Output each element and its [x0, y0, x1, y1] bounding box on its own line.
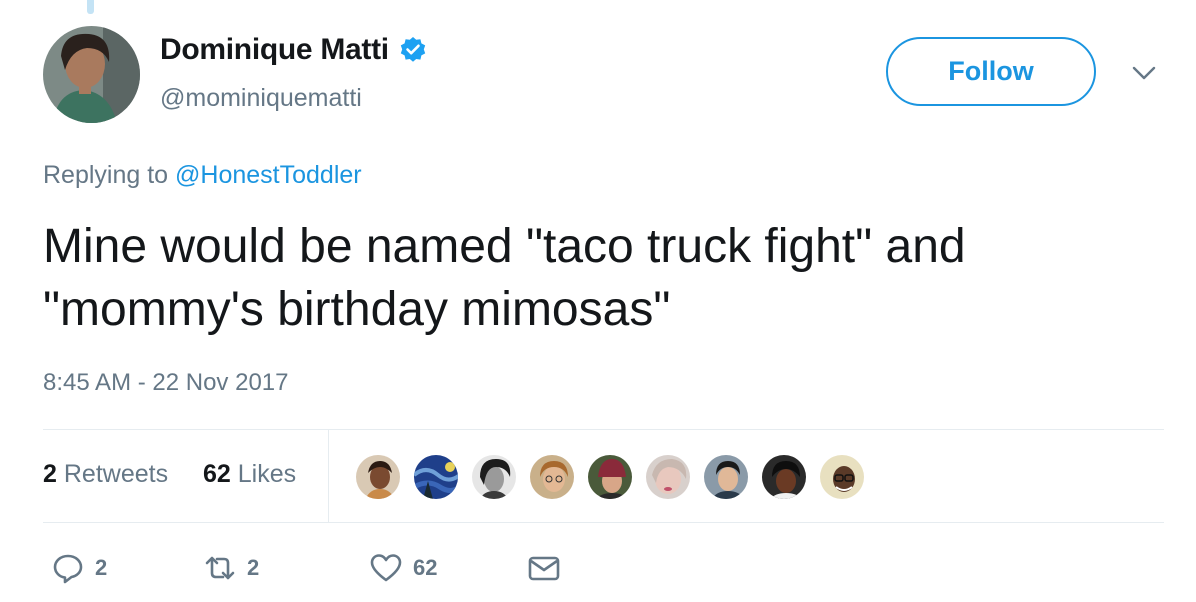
tweet-stats: 2 Retweets 62 Likes [43, 430, 1164, 522]
reply-context: Replying to @HonestToddler [43, 161, 362, 190]
reply-button[interactable]: 2 [51, 545, 107, 590]
reply-count: 2 [95, 554, 108, 580]
author-display-name[interactable]: Dominique Matti [160, 33, 389, 67]
tweet-text-line: "mommy's birthday mimosas" [43, 283, 671, 336]
tweet-actions: 2 2 62 [43, 545, 643, 590]
likes-stat[interactable]: 62 Likes [203, 460, 296, 489]
heart-icon [370, 553, 402, 581]
replying-to-label: Replying to [43, 161, 169, 189]
liker-avatar[interactable] [586, 453, 634, 501]
liker-avatar[interactable] [644, 453, 692, 501]
direct-message-button[interactable] [527, 545, 561, 590]
liker-avatar[interactable] [818, 453, 866, 501]
retweet-button[interactable]: 2 [203, 545, 259, 590]
follow-button[interactable]: Follow [886, 37, 1096, 106]
liker-avatar[interactable] [760, 453, 808, 501]
likes-count: 62 [203, 460, 231, 488]
retweets-stat[interactable]: 2 Retweets [43, 460, 168, 489]
liker-avatar[interactable] [412, 453, 460, 501]
retweets-count: 2 [43, 460, 57, 488]
like-count: 62 [413, 554, 438, 580]
author-handle[interactable]: @mominiquematti [160, 84, 362, 113]
retweets-label: Retweets [63, 460, 169, 488]
stats-divider [328, 430, 329, 522]
liker-avatar[interactable] [702, 453, 750, 501]
divider [43, 522, 1164, 523]
tweet-text-line: Mine would be named "taco truck fight" a… [43, 220, 966, 273]
reply-icon [53, 554, 83, 583]
reply-mention-link[interactable]: @HonestToddler [175, 161, 362, 189]
liker-avatar[interactable] [528, 453, 576, 501]
likes-label: Likes [237, 460, 297, 488]
envelope-icon [528, 556, 560, 580]
liker-avatar[interactable] [470, 453, 518, 501]
tweet-timestamp[interactable]: 8:45 AM - 22 Nov 2017 [43, 369, 288, 397]
retweet-icon [205, 556, 235, 579]
author-avatar[interactable] [43, 26, 140, 123]
thread-connector-line [87, 0, 94, 14]
liker-avatar[interactable] [354, 453, 402, 501]
tweet-text: Mine would be named "taco truck fight" a… [43, 215, 1163, 341]
chevron-down-icon[interactable] [1130, 60, 1158, 86]
retweet-count: 2 [247, 554, 260, 580]
verified-badge-icon [399, 36, 427, 64]
like-button[interactable]: 62 [369, 545, 437, 590]
